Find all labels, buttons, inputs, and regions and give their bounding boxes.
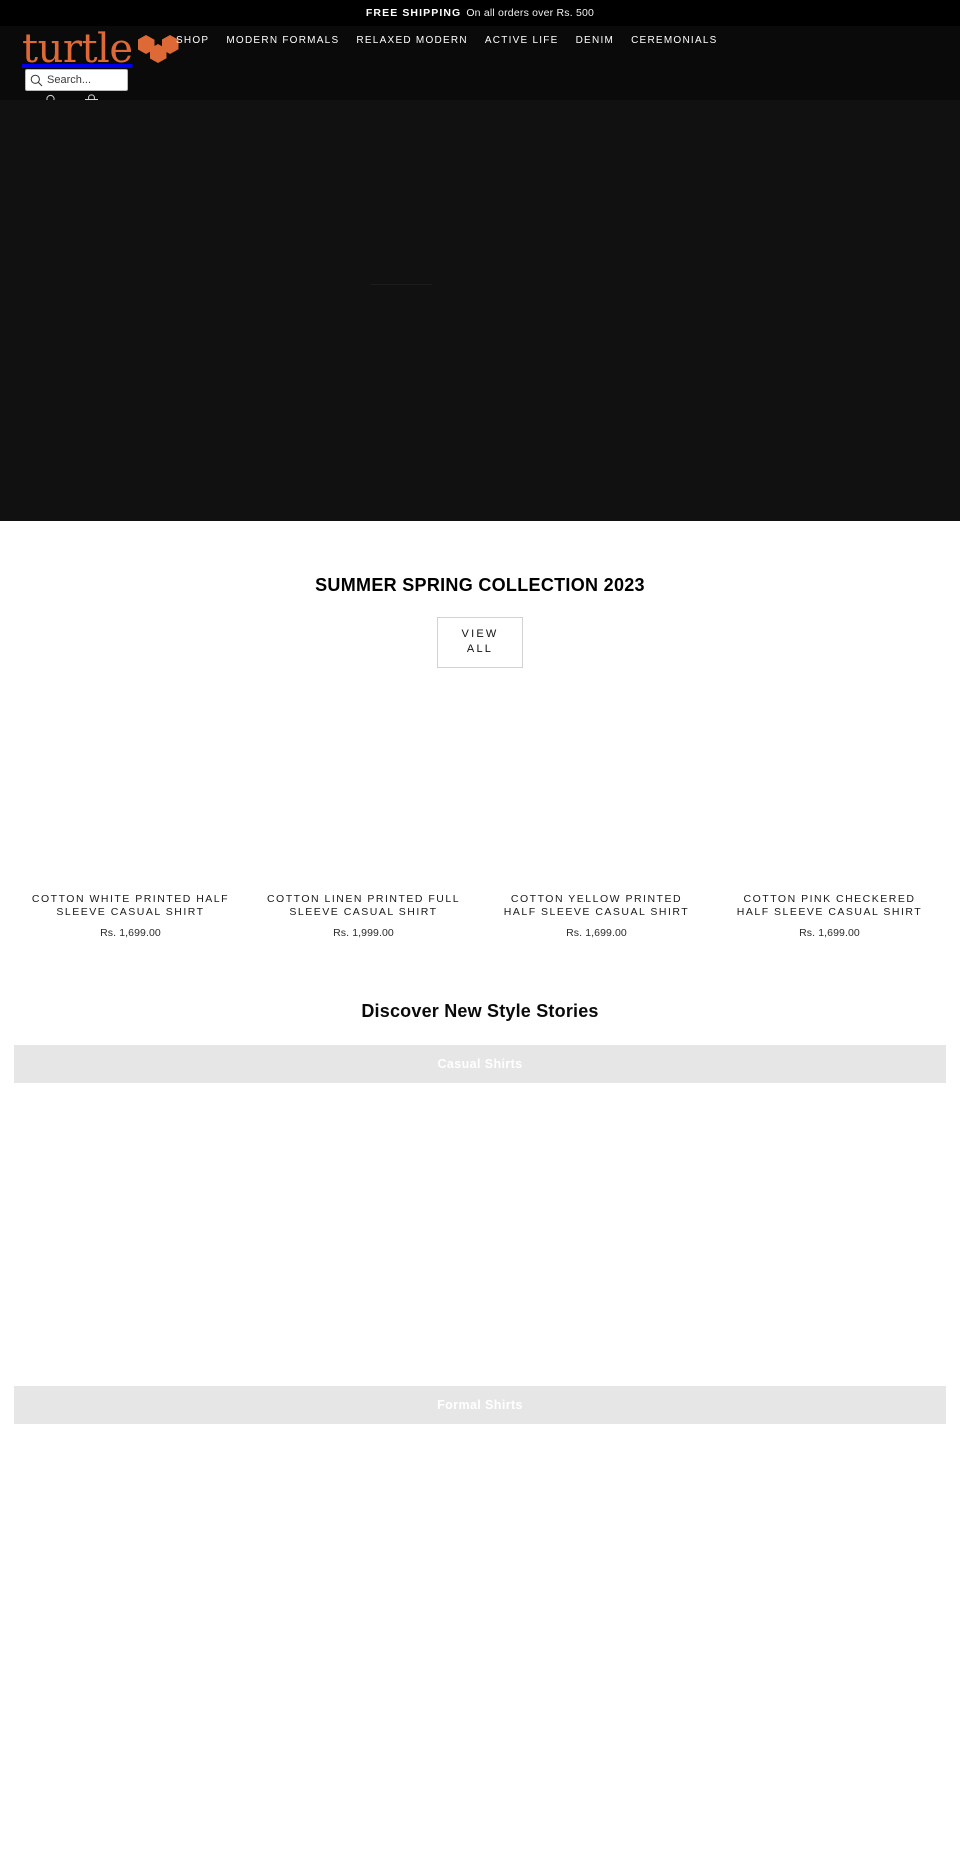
hexagon-cluster-icon	[137, 34, 180, 64]
product-grid: COTTON WHITE PRINTED HALF SLEEVE CASUAL …	[0, 695, 960, 939]
site-logo[interactable]: turtle	[22, 28, 180, 70]
product-card[interactable]: COTTON YELLOW PRINTED HALF SLEEVE CASUAL…	[480, 695, 713, 939]
product-title: COTTON PINK CHECKERED HALF SLEEVE CASUAL…	[736, 893, 923, 918]
product-card[interactable]: COTTON PINK CHECKERED HALF SLEEVE CASUAL…	[713, 695, 946, 939]
product-title: COTTON YELLOW PRINTED HALF SLEEVE CASUAL…	[503, 893, 690, 918]
nav-item-modern-formals[interactable]: MODERN FORMALS	[226, 35, 339, 46]
story-banner-label: Casual Shirts	[437, 1057, 523, 1071]
logo-wordmark: turtle	[22, 26, 133, 72]
product-title: COTTON LINEN PRINTED FULL SLEEVE CASUAL …	[266, 893, 461, 918]
story-banner-label: Formal Shirts	[437, 1398, 523, 1412]
style-stories-section: Discover New Style Stories Casual Shirts…	[0, 1001, 960, 1679]
main-navigation: SHOP MODERN FORMALS RELAXED MODERN ACTIV…	[176, 35, 718, 46]
search-input[interactable]	[47, 74, 123, 86]
story-body-casual-shirts	[0, 1083, 960, 1363]
view-all-button[interactable]: VIEW ALL	[437, 617, 523, 668]
site-header: turtle SHOP MODERN FORMALS RELAXED MODER…	[0, 26, 960, 112]
collection-section: SUMMER SPRING COLLECTION 2023 VIEW ALL C…	[0, 521, 960, 939]
product-image[interactable]	[713, 695, 946, 885]
product-image[interactable]	[14, 695, 247, 885]
hero-banner[interactable]	[0, 100, 960, 521]
nav-item-denim[interactable]: DENIM	[576, 35, 614, 46]
product-price: Rs. 1,999.00	[333, 927, 394, 939]
product-card[interactable]: COTTON LINEN PRINTED FULL SLEEVE CASUAL …	[247, 695, 480, 939]
announcement-bar: FREE SHIPPING On all orders over Rs. 500	[0, 0, 960, 26]
collection-title: SUMMER SPRING COLLECTION 2023	[315, 575, 645, 595]
nav-item-ceremonials[interactable]: CEREMONIALS	[631, 35, 718, 46]
product-price: Rs. 1,699.00	[566, 927, 627, 939]
product-price: Rs. 1,699.00	[799, 927, 860, 939]
stories-title: Discover New Style Stories	[361, 1001, 599, 1021]
product-image[interactable]	[480, 695, 713, 885]
hero-divider	[370, 284, 432, 285]
story-body-formal-shirts	[0, 1424, 960, 1679]
product-title: COTTON WHITE PRINTED HALF SLEEVE CASUAL …	[31, 893, 230, 918]
view-all-line-1: VIEW	[461, 628, 499, 640]
product-card[interactable]: COTTON WHITE PRINTED HALF SLEEVE CASUAL …	[14, 695, 247, 939]
product-image[interactable]	[247, 695, 480, 885]
nav-item-relaxed-modern[interactable]: RELAXED MODERN	[356, 35, 467, 46]
view-all-line-2: ALL	[466, 643, 494, 655]
search-icon	[30, 74, 43, 86]
story-banner-formal-shirts[interactable]: Formal Shirts	[14, 1386, 946, 1424]
nav-item-active-life[interactable]: ACTIVE LIFE	[485, 35, 559, 46]
product-price: Rs. 1,699.00	[100, 927, 161, 939]
announcement-strong-text: FREE SHIPPING	[365, 7, 462, 19]
story-banner-casual-shirts[interactable]: Casual Shirts	[14, 1045, 946, 1083]
search-box[interactable]	[25, 69, 128, 91]
nav-item-shop[interactable]: SHOP	[176, 35, 209, 46]
announcement-rest-text: On all orders over Rs. 500	[466, 7, 595, 19]
